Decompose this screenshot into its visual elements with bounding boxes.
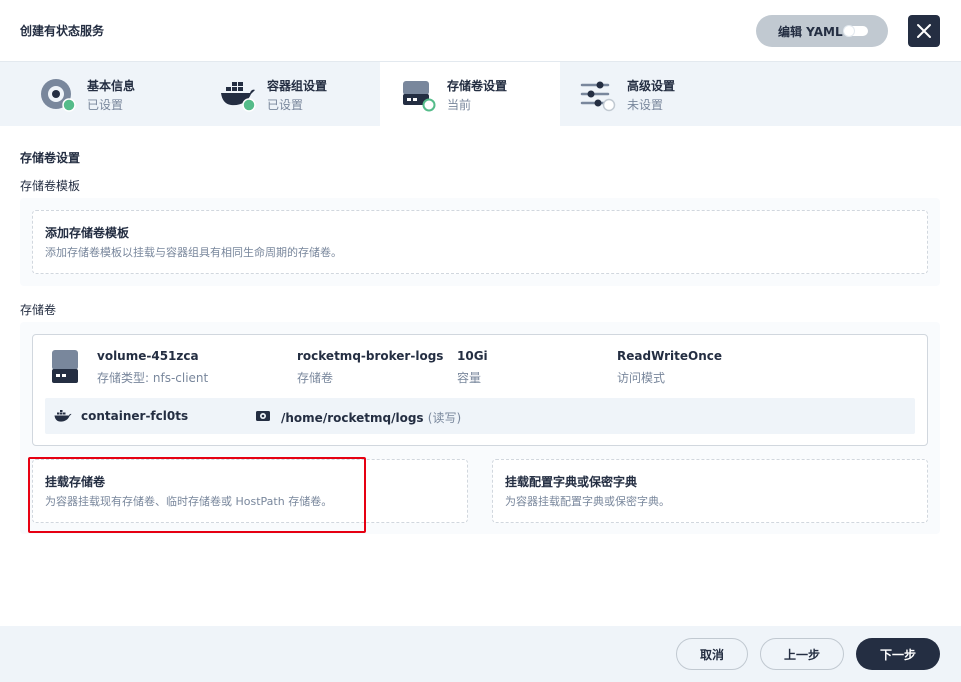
volume-template-label: 存储卷模板	[20, 179, 81, 193]
volume-access-mode: ReadWriteOnce	[617, 349, 722, 363]
mount-config-secret-desc: 为容器挂载配置字典或保密字典。	[505, 495, 670, 508]
mount-config-secret-card[interactable]: 挂载配置字典或保密字典 为容器挂载配置字典或保密字典。	[492, 459, 928, 523]
volume-type: 存储类型: nfs-client	[97, 371, 209, 385]
next-step-button[interactable]: 下一步	[856, 638, 940, 670]
docker-icon	[54, 410, 72, 422]
edit-yaml-label: 编辑 YAML	[778, 24, 843, 39]
step-status: 当前	[447, 98, 472, 112]
close-button[interactable]	[908, 15, 940, 47]
docker-icon	[221, 82, 256, 112]
step-title: 高级设置	[627, 79, 676, 93]
close-icon	[917, 24, 931, 38]
mount-config-secret-title: 挂载配置字典或保密字典	[505, 475, 638, 489]
volume-access-mode-label: 访问模式	[617, 371, 666, 385]
container-name: container-fcl0ts	[81, 409, 189, 423]
sliders-icon	[580, 81, 616, 112]
volume-claim-field: rocketmq-broker-logs 存储卷	[297, 349, 443, 386]
step-volume-settings[interactable]: 存储卷设置 当前	[380, 62, 560, 126]
basic-info-icon	[41, 79, 76, 112]
volume-claim-label: 存储卷	[297, 371, 334, 385]
wizard-steps: 基本信息 已设置 容器组设置 已设置 存储卷设置 当前 高级设置 未设置	[0, 62, 961, 126]
step-basic-info[interactable]: 基本信息 已设置	[20, 62, 200, 126]
add-volume-template-desc: 添加存储卷模板以挂载与容器组具有相同生命周期的存储卷。	[45, 246, 342, 259]
modal-header: 创建有状态服务 编辑 YAML	[0, 0, 961, 62]
volume-name: volume-451zca	[97, 349, 199, 363]
step-title: 存储卷设置	[447, 79, 508, 93]
volume-capacity: 10Gi	[457, 349, 488, 363]
add-volume-template-card[interactable]: 添加存储卷模板 添加存储卷模板以挂载与容器组具有相同生命周期的存储卷。	[32, 210, 928, 274]
step-status: 已设置	[267, 98, 304, 112]
previous-step-button[interactable]: 上一步	[760, 638, 844, 670]
cancel-button[interactable]: 取消	[676, 638, 748, 670]
volume-item[interactable]: volume-451zca 存储类型: nfs-client rocketmq-…	[32, 334, 928, 446]
edit-yaml-toggle-button[interactable]: 编辑 YAML	[756, 15, 888, 47]
volume-access-mode-field: ReadWriteOnce 访问模式	[617, 349, 722, 386]
volumes-label: 存储卷	[20, 303, 57, 317]
mount-path: /home/rocketmq/logs	[281, 411, 424, 425]
volume-capacity-field: 10Gi 容量	[457, 349, 488, 386]
volume-template-panel: 添加存储卷模板 添加存储卷模板以挂载与容器组具有相同生命周期的存储卷。	[20, 198, 940, 286]
modal-title: 创建有状态服务	[20, 24, 105, 38]
step-title: 基本信息	[87, 79, 136, 93]
step-title: 容器组设置	[267, 79, 328, 93]
add-volume-template-title: 添加存储卷模板	[45, 226, 130, 240]
step-container-settings[interactable]: 容器组设置 已设置	[200, 62, 380, 126]
volume-mount-row: container-fcl0ts /home/rocketmq/logs (读写…	[45, 398, 915, 434]
mount-path-text: /home/rocketmq/logs (读写)	[281, 409, 461, 426]
section-title: 存储卷设置	[20, 151, 81, 165]
modal-footer: 取消 上一步 下一步	[0, 626, 961, 682]
step-status: 未设置	[627, 98, 664, 112]
volume-name-field: volume-451zca 存储类型: nfs-client	[97, 349, 208, 386]
highlight-box	[28, 457, 366, 533]
toggle-switch-icon	[844, 26, 868, 36]
mount-mode: (读写)	[427, 411, 462, 425]
mount-path-icon	[256, 411, 270, 421]
storage-disk-icon	[52, 350, 78, 383]
step-advanced-settings[interactable]: 高级设置 未设置	[560, 62, 740, 126]
storage-disk-icon	[403, 81, 436, 112]
step-status: 已设置	[87, 98, 124, 112]
volume-claim: rocketmq-broker-logs	[297, 349, 444, 363]
volume-capacity-label: 容量	[457, 371, 482, 385]
